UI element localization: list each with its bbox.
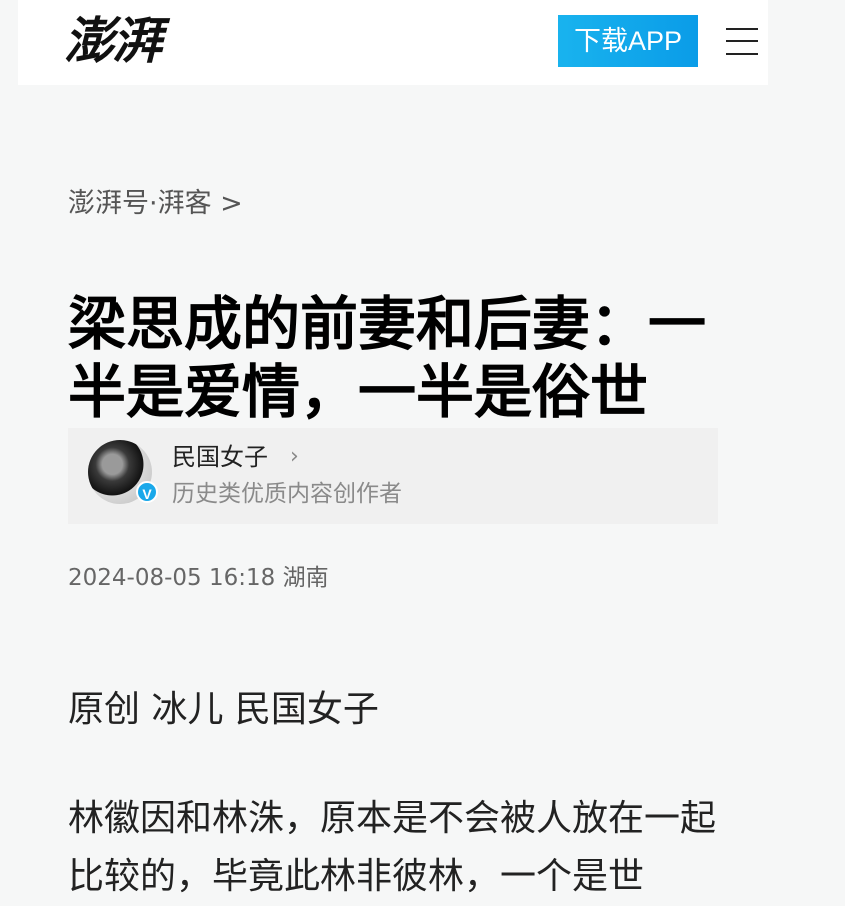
menu-line <box>726 53 758 55</box>
top-header: 澎湃 下载APP <box>18 0 768 85</box>
author-card[interactable]: V 民国女子 › 历史类优质内容创作者 <box>68 428 718 524</box>
article-title: 梁思成的前妻和后妻：一半是爱情，一半是俗世 <box>68 290 707 426</box>
article-paragraph: 林徽因和林洙，原本是不会被人放在一起比较的，毕竟此林非彼林，一个是世 <box>68 798 717 897</box>
verified-badge-icon: V <box>136 481 158 503</box>
publish-meta: 2024-08-05 16:18 湖南 <box>68 565 329 591</box>
chevron-right-icon[interactable]: › <box>290 442 299 472</box>
article-byline: 原创 冰儿 民国女子 <box>68 689 379 730</box>
thepaper-logo[interactable]: 澎湃 <box>64 8 162 74</box>
author-name[interactable]: 民国女子 <box>172 440 268 474</box>
menu-icon[interactable] <box>726 26 758 56</box>
menu-line <box>726 40 758 42</box>
breadcrumb[interactable]: 澎湃号·湃客 > <box>68 185 243 223</box>
download-app-button[interactable]: 下载APP <box>558 15 698 67</box>
author-description: 历史类优质内容创作者 <box>172 481 402 507</box>
menu-line <box>726 28 758 30</box>
